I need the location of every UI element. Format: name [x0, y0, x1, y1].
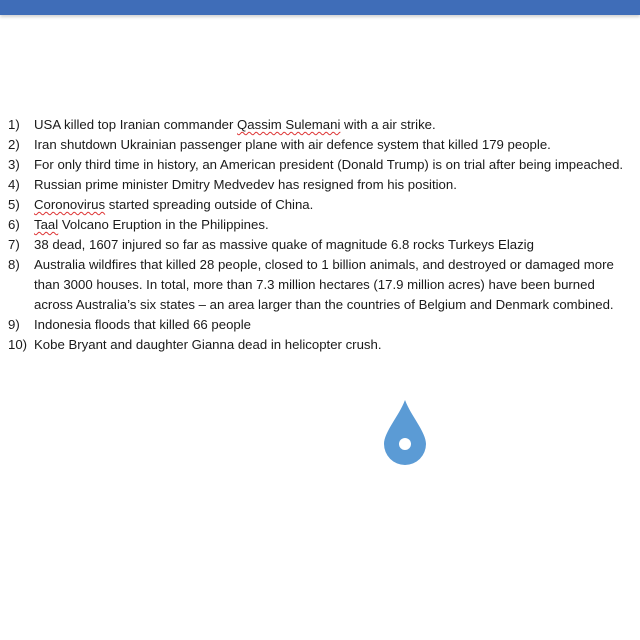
list-number: 6) — [8, 217, 20, 232]
list-item-7: 7) 38 dead, 1607 injured so far as massiv… — [8, 235, 634, 255]
list-text: Iran shutdown Ukrainian passenger plane … — [34, 137, 551, 152]
list-number: 3) — [8, 157, 20, 172]
list-item-4: 4) Russian prime minister Dmitry Medvedev… — [8, 175, 634, 195]
list-item-5: 5) Coronovirus started spreading outside … — [8, 195, 634, 215]
list-item-2: 2) Iran shutdown Ukrainian passenger plan… — [8, 135, 634, 155]
list-number: 9) — [8, 317, 20, 332]
list-item-6: 6) Taal Volcano Eruption in the Philippin… — [8, 215, 634, 235]
news-list: 1) USA killed top Iranian commander Qassi… — [8, 115, 634, 355]
list-text: Russian prime minister Dmitry Medvedev h… — [34, 177, 457, 192]
misspelled-word: Taal — [34, 217, 59, 232]
misspelled-word: Qassim Sulemani — [237, 117, 341, 132]
list-text: USA killed top Iranian commander — [34, 117, 238, 132]
top-bar — [0, 0, 640, 15]
list-text: with a air strike. — [340, 117, 436, 132]
list-number: 8) — [8, 257, 20, 272]
list-number: 4) — [8, 177, 20, 192]
list-item-1: 1) USA killed top Iranian commander Qassi… — [8, 115, 634, 135]
water-drop-icon — [384, 400, 426, 465]
list-text: started spreading outside of China. — [105, 197, 314, 212]
list-text: Australia wildfires that killed 28 peopl… — [34, 257, 614, 312]
list-text: For only third time in history, an Ameri… — [34, 157, 624, 172]
list-text: Kobe Bryant and daughter Gianna dead in … — [34, 337, 382, 352]
misspelled-word: Coronovirus — [34, 197, 106, 212]
list-text: 38 dead, 1607 injured so far as massive … — [34, 237, 534, 252]
list-item-10: 10) Kobe Bryant and daughter Gianna dead … — [8, 335, 634, 355]
list-text: Indonesia floods that killed 66 people — [34, 317, 252, 332]
list-number: 1) — [8, 117, 20, 132]
list-number: 5) — [8, 197, 20, 212]
list-item-3: 3) For only third time in history, an Ame… — [8, 155, 634, 175]
list-text: Volcano Eruption in the Philippines. — [58, 217, 269, 232]
list-item-8: 8) Australia wildfires that killed 28 peo… — [8, 255, 634, 315]
list-number: 2) — [8, 137, 20, 152]
list-number: 7) — [8, 237, 20, 252]
list-number: 10) — [8, 337, 28, 352]
list-item-9: 9) Indonesia floods that killed 66 people — [8, 315, 634, 335]
